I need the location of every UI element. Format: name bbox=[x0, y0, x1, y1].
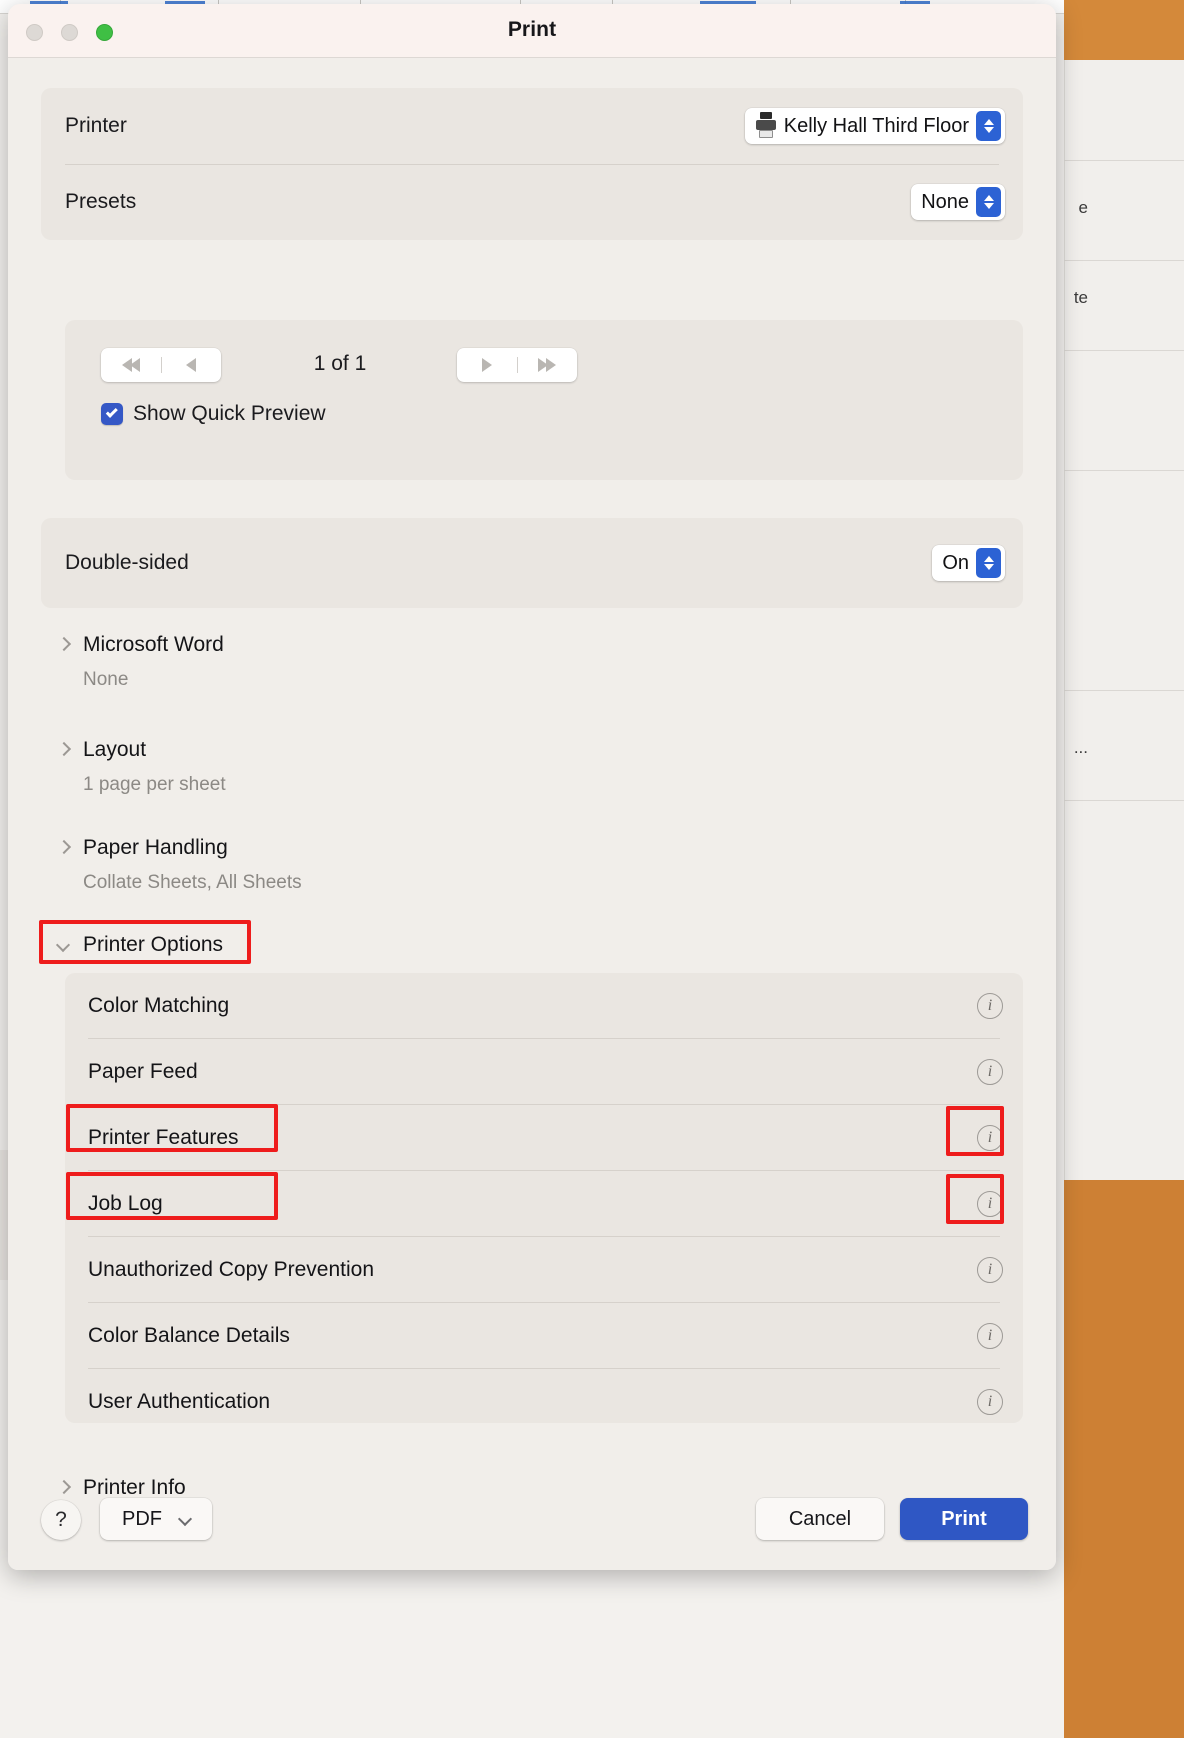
option-label: Printer Features bbox=[88, 1126, 239, 1149]
option-row-paper-feed[interactable]: Paper Feed i bbox=[65, 1039, 1023, 1105]
option-label: Paper Feed bbox=[88, 1060, 198, 1083]
presets-stepper-icon[interactable] bbox=[976, 187, 1001, 217]
option-label: Color Matching bbox=[88, 994, 230, 1017]
section-paper-handling[interactable]: Paper Handling bbox=[58, 836, 228, 860]
info-icon[interactable]: i bbox=[977, 1323, 1003, 1349]
section-title: Layout bbox=[83, 738, 147, 761]
info-icon[interactable]: i bbox=[977, 1191, 1003, 1217]
dialog-title: Print bbox=[507, 18, 557, 41]
chevron-right-icon bbox=[58, 744, 70, 756]
chevron-right-icon bbox=[58, 842, 70, 854]
section-title: Microsoft Word bbox=[83, 633, 224, 656]
chevron-down-icon bbox=[58, 939, 70, 951]
section-paper-handling-subtitle: Collate Sheets, All Sheets bbox=[83, 872, 302, 893]
first-page-button[interactable] bbox=[101, 348, 161, 382]
next-page-button[interactable] bbox=[457, 348, 517, 382]
cancel-button[interactable]: Cancel bbox=[756, 1498, 884, 1540]
pdf-menu-button[interactable]: PDF bbox=[100, 1498, 212, 1540]
section-microsoft-word-subtitle: None bbox=[83, 669, 129, 690]
backdrop-orange-top bbox=[1064, 0, 1184, 60]
double-sided-row: Double-sided On bbox=[41, 525, 1023, 601]
double-sided-value: On bbox=[942, 551, 969, 574]
page-forward-controls[interactable] bbox=[457, 348, 577, 382]
printer-icon bbox=[755, 112, 777, 140]
chevron-down-icon bbox=[180, 1514, 190, 1524]
printer-label: Printer bbox=[65, 114, 127, 137]
double-sided-label: Double-sided bbox=[65, 551, 189, 574]
backdrop-text-3: ... bbox=[1073, 738, 1088, 757]
section-printer-options[interactable]: Printer Options bbox=[58, 933, 223, 957]
backdrop-orange-bottom bbox=[1064, 1180, 1184, 1738]
info-icon[interactable]: i bbox=[977, 1389, 1003, 1415]
option-row-job-log[interactable]: Job Log i bbox=[65, 1171, 1023, 1237]
backdrop-text-1: e bbox=[1078, 198, 1088, 217]
info-icon[interactable]: i bbox=[977, 1059, 1003, 1085]
option-label: Unauthorized Copy Prevention bbox=[88, 1258, 375, 1281]
section-title: Paper Handling bbox=[83, 836, 228, 859]
double-sided-stepper-icon[interactable] bbox=[976, 548, 1001, 578]
printer-presets-card: Printer Kelly Hall Third Floor Presets N… bbox=[41, 88, 1023, 240]
page-back-controls[interactable] bbox=[101, 348, 221, 382]
printer-row: Printer Kelly Hall Third Floor bbox=[41, 88, 1023, 165]
presets-row: Presets None bbox=[41, 164, 1023, 240]
chevron-right-icon bbox=[58, 639, 70, 651]
info-icon[interactable]: i bbox=[977, 993, 1003, 1019]
printer-stepper-icon[interactable] bbox=[976, 111, 1001, 141]
pdf-button-label: PDF bbox=[122, 1507, 162, 1530]
presets-label: Presets bbox=[65, 190, 137, 213]
presets-select[interactable]: None bbox=[911, 184, 1005, 220]
checkmark-icon bbox=[105, 405, 118, 418]
dialog-titlebar: Print bbox=[8, 4, 1056, 58]
page-indicator: 1 of 1 bbox=[313, 352, 367, 375]
printer-select[interactable]: Kelly Hall Third Floor bbox=[744, 108, 1005, 144]
presets-selected-value: None bbox=[921, 190, 969, 213]
dialog-body: Printer Kelly Hall Third Floor Presets N… bbox=[8, 58, 1056, 1570]
option-label: Job Log bbox=[88, 1192, 163, 1215]
option-row-printer-features[interactable]: Printer Features i bbox=[65, 1105, 1023, 1171]
printer-selected-value: Kelly Hall Third Floor bbox=[783, 114, 969, 137]
preview-navigation-card: 1 of 1 Show Quick Preview bbox=[65, 320, 1023, 480]
section-layout[interactable]: Layout bbox=[58, 738, 146, 762]
option-row-unauthorized-copy-prevention[interactable]: Unauthorized Copy Prevention i bbox=[65, 1237, 1023, 1303]
backdrop-text-2: te bbox=[1073, 288, 1088, 307]
info-icon[interactable]: i bbox=[977, 1257, 1003, 1283]
help-button[interactable]: ? bbox=[41, 1500, 81, 1540]
info-icon[interactable]: i bbox=[977, 1125, 1003, 1151]
show-quick-preview-label: Show Quick Preview bbox=[133, 402, 326, 425]
show-quick-preview-row[interactable]: Show Quick Preview bbox=[101, 402, 326, 426]
double-sided-card: Double-sided On bbox=[41, 518, 1023, 608]
printer-options-list: Color Matching i Paper Feed i Printer Fe… bbox=[65, 973, 1023, 1423]
print-button[interactable]: Print bbox=[900, 1498, 1028, 1540]
dialog-action-bar: ? PDF Cancel Print bbox=[8, 1474, 1056, 1570]
show-quick-preview-checkbox[interactable] bbox=[101, 403, 123, 425]
section-layout-subtitle: 1 page per sheet bbox=[83, 774, 226, 795]
previous-page-button[interactable] bbox=[162, 348, 222, 382]
option-row-color-balance-details[interactable]: Color Balance Details i bbox=[65, 1303, 1023, 1369]
option-label: Color Balance Details bbox=[88, 1324, 290, 1347]
last-page-button[interactable] bbox=[518, 348, 578, 382]
option-row-color-matching[interactable]: Color Matching i bbox=[65, 973, 1023, 1039]
option-label: User Authentication bbox=[88, 1390, 271, 1413]
print-dialog: Print Printer Kelly Hall Third Floor Pre… bbox=[8, 4, 1056, 1570]
option-row-user-authentication[interactable]: User Authentication i bbox=[65, 1369, 1023, 1423]
section-microsoft-word[interactable]: Microsoft Word bbox=[58, 633, 224, 657]
section-title: Printer Options bbox=[83, 933, 224, 956]
double-sided-select[interactable]: On bbox=[932, 545, 1005, 581]
